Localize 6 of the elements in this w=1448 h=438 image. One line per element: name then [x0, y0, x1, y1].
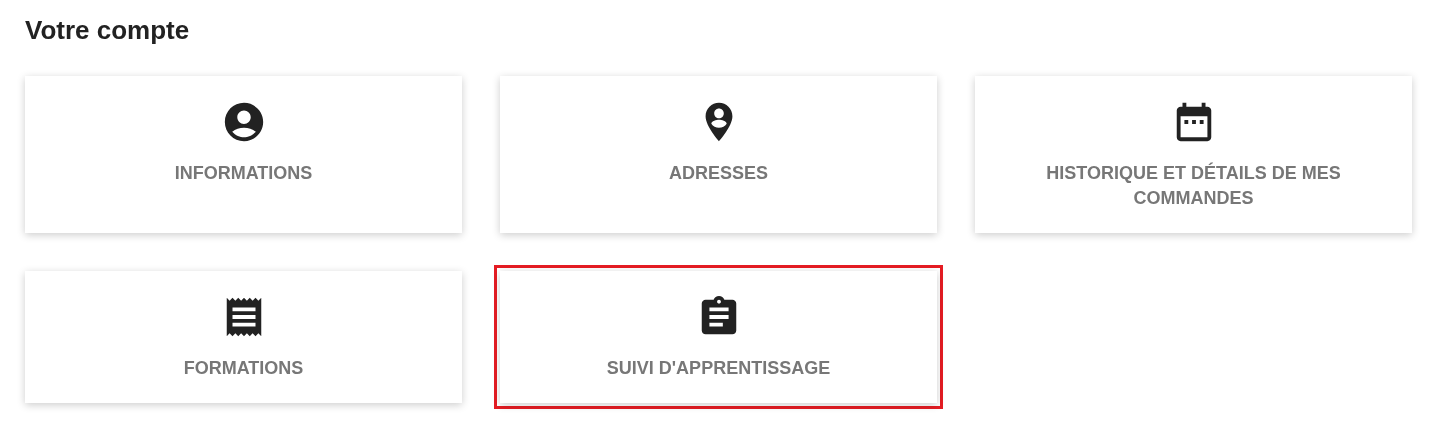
page-title: Votre compte	[25, 14, 191, 46]
account-card[interactable]: FORMATIONS	[25, 271, 462, 403]
account-card[interactable]: ADRESSES	[500, 76, 937, 233]
account-card[interactable]: INFORMATIONS	[25, 76, 462, 233]
account-card[interactable]: SUIVI D'APPRENTISSAGE	[500, 271, 937, 403]
account-card[interactable]: HISTORIQUE ET DÉTAILS DE MES COMMANDES	[975, 76, 1412, 233]
